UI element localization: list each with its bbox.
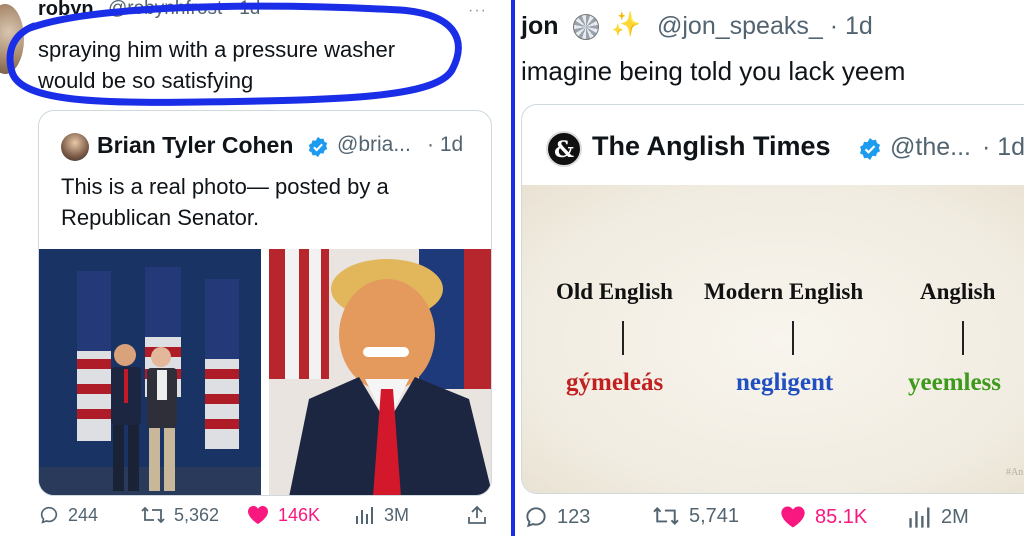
view-count: 2M (941, 505, 969, 528)
quoted-author-handle[interactable]: @bria... (337, 133, 411, 157)
analytics-icon (909, 507, 930, 528)
avatar[interactable]: & (546, 131, 582, 167)
reply-icon (526, 507, 546, 528)
reply-button[interactable]: 244 (38, 504, 98, 526)
verified-badge-icon (308, 136, 328, 158)
repost-count: 5,362 (174, 504, 220, 525)
column-title-old-english: Old English (556, 279, 673, 304)
like-button[interactable]: 85.1K (779, 504, 867, 530)
quoted-author-name[interactable]: The Anglish Times (592, 131, 831, 162)
more-options-icon[interactable]: ··· (468, 2, 487, 20)
repost-icon (141, 506, 165, 524)
divider-line (792, 321, 794, 355)
tweet-text: imagine being told you lack yeem (521, 56, 906, 86)
left-tweet: robyn @robynhfrost · 1d ··· spraying him… (0, 0, 511, 536)
reply-count: 123 (557, 505, 591, 528)
views-button[interactable]: 2M (907, 504, 969, 530)
share-button[interactable] (466, 504, 496, 526)
repost-icon (653, 506, 679, 526)
watermark: #An (1006, 467, 1024, 478)
repost-button[interactable]: 5,741 (651, 504, 739, 528)
like-count: 85.1K (815, 505, 868, 528)
like-button[interactable]: 146K (246, 504, 320, 526)
word-modern-english: negligent (736, 369, 834, 396)
quoted-tweet-card[interactable]: & The Anglish Times @the... · 1d Old Eng… (521, 104, 1024, 494)
column-title-modern-english: Modern English (704, 279, 864, 304)
analytics-icon (356, 507, 373, 524)
disco-ball-icon (573, 14, 599, 40)
anglish-comparison-image[interactable]: Old English Modern English Anglish gýmel… (522, 185, 1024, 493)
quoted-author-name[interactable]: Brian Tyler Cohen (97, 132, 293, 159)
quoted-time: · 1d (982, 133, 1024, 161)
heart-icon (781, 506, 805, 528)
divider-line (622, 321, 624, 355)
repost-button[interactable]: 5,362 (140, 504, 219, 526)
share-icon (468, 505, 486, 524)
views-button[interactable]: 3M (354, 504, 409, 526)
highlight-circle (6, 2, 462, 106)
word-anglish: yeemless (908, 369, 1002, 396)
sparkles-icon: ✨ (611, 11, 641, 38)
avatar[interactable] (61, 133, 89, 161)
view-count: 3M (384, 504, 410, 525)
column-title-anglish: Anglish (920, 279, 996, 304)
tweet-actions: 123 5,741 85.1K 2M (523, 504, 1013, 534)
heart-icon (248, 506, 268, 524)
photo-senators[interactable] (39, 249, 261, 495)
reply-count: 244 (68, 504, 99, 525)
word-old-english: gýmeleás (566, 369, 664, 396)
like-count: 146K (278, 504, 321, 525)
author-name[interactable]: jon (521, 12, 559, 41)
tweet-actions: 244 5,362 146K 3M (38, 504, 508, 534)
reply-button[interactable]: 123 (523, 504, 590, 530)
quoted-author-handle[interactable]: @the... (890, 133, 971, 162)
right-tweet: jon ✨ @jon_speaks_ · 1d imagine being to… (515, 0, 1024, 536)
quoted-time: · 1d (427, 133, 464, 156)
quoted-tweet-card[interactable]: Brian Tyler Cohen @bria... · 1d This is … (38, 110, 492, 496)
repost-count: 5,741 (689, 504, 740, 527)
reply-icon (40, 506, 58, 524)
verified-badge-icon (860, 138, 880, 160)
divider-line (962, 321, 964, 355)
photo-closeup[interactable] (269, 249, 491, 495)
quoted-text: This is a real photo— posted by a Republ… (61, 174, 389, 230)
author-handle[interactable]: @jon_speaks_ · 1d (657, 12, 873, 41)
